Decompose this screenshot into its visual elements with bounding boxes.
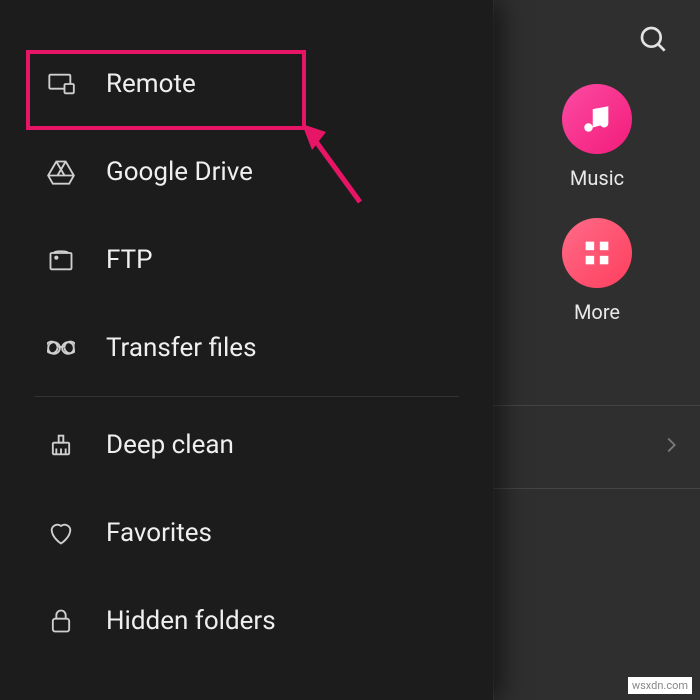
sidebar-item-google-drive[interactable]: Google Drive — [0, 128, 493, 216]
app-window: Music More Remote Google Drive — [0, 0, 700, 700]
shortcut-more[interactable]: More — [494, 218, 700, 324]
lock-icon — [46, 606, 76, 636]
divider — [34, 396, 459, 397]
sidebar-item-hidden-folders[interactable]: Hidden folders — [0, 577, 493, 665]
link-icon — [46, 333, 76, 363]
shortcut-music[interactable]: Music — [494, 84, 700, 190]
sidebar-item-label: Remote — [106, 69, 196, 99]
monitor-icon — [46, 69, 76, 99]
shortcut-label: More — [574, 300, 620, 324]
music-icon — [562, 84, 632, 154]
navigation-drawer: Remote Google Drive FTP Transfer files — [0, 0, 493, 700]
sidebar-item-deep-clean[interactable]: Deep clean — [0, 401, 493, 489]
search-icon[interactable] — [638, 24, 670, 60]
sidebar-item-label: FTP — [106, 245, 153, 275]
shortcut-label: Music — [570, 166, 624, 190]
sidebar-item-label: Google Drive — [106, 157, 253, 187]
sidebar-item-label: Transfer files — [106, 333, 257, 363]
watermark: wsxdn.com — [628, 677, 692, 694]
grid-icon — [562, 218, 632, 288]
chevron-right-icon — [660, 434, 682, 460]
sidebar-item-favorites[interactable]: Favorites — [0, 489, 493, 577]
gdrive-icon — [46, 157, 76, 187]
ftp-icon — [46, 245, 76, 275]
sidebar-item-ftp[interactable]: FTP — [0, 216, 493, 304]
sidebar-item-transfer-files[interactable]: Transfer files — [0, 304, 493, 392]
sidebar-item-label: Hidden folders — [106, 606, 276, 636]
top-bar — [494, 0, 700, 84]
sidebar-item-remote[interactable]: Remote — [0, 40, 493, 128]
sidebar-item-label: Favorites — [106, 518, 212, 548]
main-content: Music More — [493, 0, 700, 700]
broom-icon — [46, 430, 76, 460]
sidebar-item-label: Deep clean — [106, 430, 234, 460]
list-row[interactable] — [493, 405, 700, 489]
heart-icon — [46, 518, 76, 548]
